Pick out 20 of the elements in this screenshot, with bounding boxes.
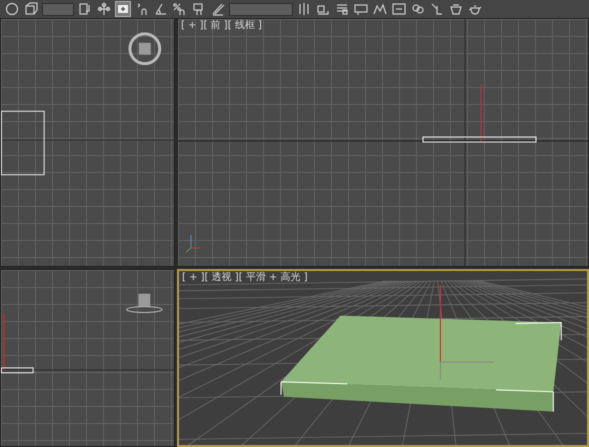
rotate-icon[interactable] (4, 1, 20, 17)
angle-snap-icon[interactable] (153, 1, 169, 17)
object-outline (1, 110, 45, 176)
scale-icon[interactable] (23, 1, 39, 17)
view-cube-icon (126, 294, 163, 313)
axis-line (480, 85, 482, 141)
viewport-panel[interactable]: [ + ][ 透视 ][ 平滑 + 高光 ] (177, 269, 589, 447)
dropdown-field[interactable] (42, 2, 74, 16)
pencil-icon[interactable] (210, 1, 226, 17)
view-cube-icon (128, 32, 162, 66)
object-outline (1, 367, 34, 374)
move-icon[interactable] (96, 1, 112, 17)
axis-tripod-icon (186, 234, 200, 252)
curve-editor-icon[interactable] (372, 1, 388, 17)
viewport-panel[interactable] (0, 269, 175, 447)
viewport-panel[interactable]: [ + ][ 前 ][ 线框 ] (177, 18, 589, 267)
dropdown-field[interactable] (229, 2, 293, 16)
axis-line (3, 314, 5, 370)
viewport-label[interactable]: [ + ][ 透视 ][ 平滑 + 高光 ] (182, 272, 308, 284)
viewport-label[interactable]: [ + ][ 前 ][ 线框 ] (181, 20, 262, 32)
